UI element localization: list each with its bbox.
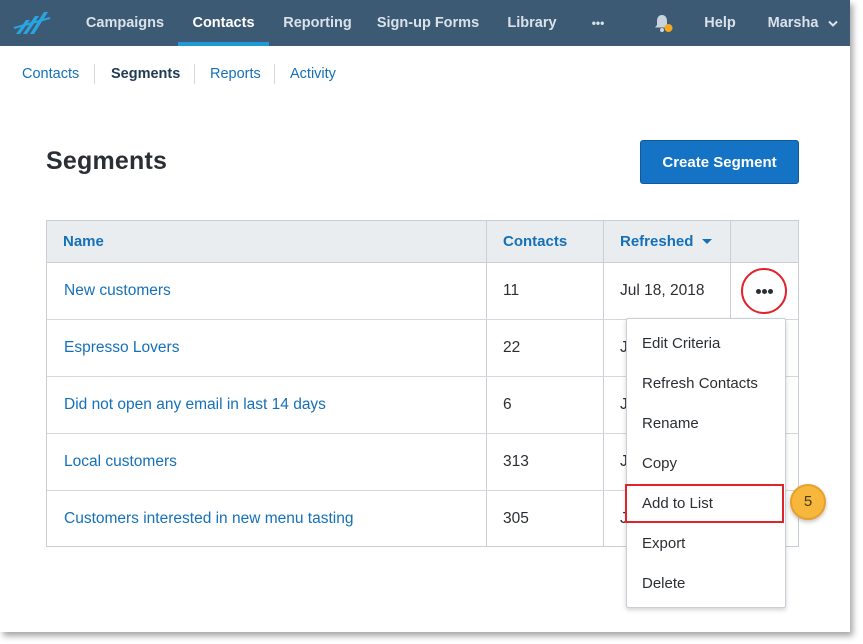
- menu-item-delete[interactable]: Delete: [627, 564, 785, 604]
- subnav-contacts[interactable]: Contacts: [22, 64, 79, 84]
- contacts-count: 22: [503, 339, 521, 356]
- nav-more-menu[interactable]: •••: [580, 0, 616, 46]
- create-segment-button[interactable]: Create Segment: [640, 140, 799, 184]
- nav-library[interactable]: Library: [500, 0, 564, 46]
- menu-item-edit-criteria[interactable]: Edit Criteria: [627, 324, 785, 364]
- user-menu[interactable]: Marsha: [760, 0, 826, 46]
- subnav-segments[interactable]: Segments: [111, 64, 180, 84]
- more-dot: [768, 289, 773, 294]
- column-header-name[interactable]: Name: [63, 221, 104, 262]
- logo-icon[interactable]: [12, 8, 52, 38]
- nav-campaigns[interactable]: Campaigns: [80, 0, 170, 46]
- contacts-count: 6: [503, 396, 512, 413]
- menu-item-rename[interactable]: Rename: [627, 404, 785, 444]
- subnav-divider: [274, 64, 275, 84]
- step-number-badge: 5: [790, 484, 826, 520]
- table-header: Name Contacts Refreshed: [47, 221, 798, 263]
- subnav-activity[interactable]: Activity: [290, 64, 336, 84]
- subnav-reports[interactable]: Reports: [210, 64, 261, 84]
- more-dot: [756, 289, 761, 294]
- row-actions-menu: Edit Criteria Refresh Contacts Rename Co…: [626, 318, 786, 608]
- chevron-down-icon[interactable]: [827, 19, 839, 29]
- nav-contacts[interactable]: Contacts: [178, 0, 269, 46]
- refreshed-date: Jul 18, 2018: [620, 282, 705, 299]
- menu-item-export[interactable]: Export: [627, 524, 785, 564]
- menu-item-copy[interactable]: Copy: [627, 444, 785, 484]
- top-navigation: Campaigns Contacts Reporting Sign-up For…: [0, 0, 850, 46]
- segment-name-link[interactable]: Espresso Lovers: [64, 319, 179, 376]
- contacts-count: 313: [503, 453, 529, 470]
- column-header-contacts[interactable]: Contacts: [503, 221, 567, 262]
- menu-item-refresh-contacts[interactable]: Refresh Contacts: [627, 364, 785, 404]
- column-header-refreshed[interactable]: Refreshed: [620, 221, 712, 262]
- subnav-divider: [94, 64, 95, 84]
- page-title: Segments: [46, 147, 168, 175]
- notification-bell-icon[interactable]: [652, 12, 674, 34]
- table-row: New customers 11 Jul 18, 2018: [47, 262, 798, 320]
- segment-name-link[interactable]: New customers: [64, 262, 171, 319]
- nav-signup-forms[interactable]: Sign-up Forms: [372, 0, 484, 46]
- more-dot: [762, 289, 767, 294]
- row-actions-button[interactable]: [741, 268, 787, 314]
- column-header-refreshed-label: Refreshed: [620, 233, 694, 250]
- active-nav-indicator: [178, 42, 269, 46]
- nav-help[interactable]: Help: [696, 0, 744, 46]
- sort-descending-icon: [701, 239, 712, 245]
- menu-item-add-to-list[interactable]: Add to List: [627, 484, 785, 524]
- segment-name-link[interactable]: Did not open any email in last 14 days: [64, 376, 326, 433]
- subnav-divider: [194, 64, 195, 84]
- nav-reporting[interactable]: Reporting: [277, 0, 358, 46]
- segment-name-link[interactable]: Customers interested in new menu tasting: [64, 490, 353, 547]
- contacts-count: 11: [503, 282, 520, 299]
- segment-name-link[interactable]: Local customers: [64, 433, 177, 490]
- contacts-count: 305: [503, 510, 529, 527]
- app-window: Campaigns Contacts Reporting Sign-up For…: [0, 0, 850, 632]
